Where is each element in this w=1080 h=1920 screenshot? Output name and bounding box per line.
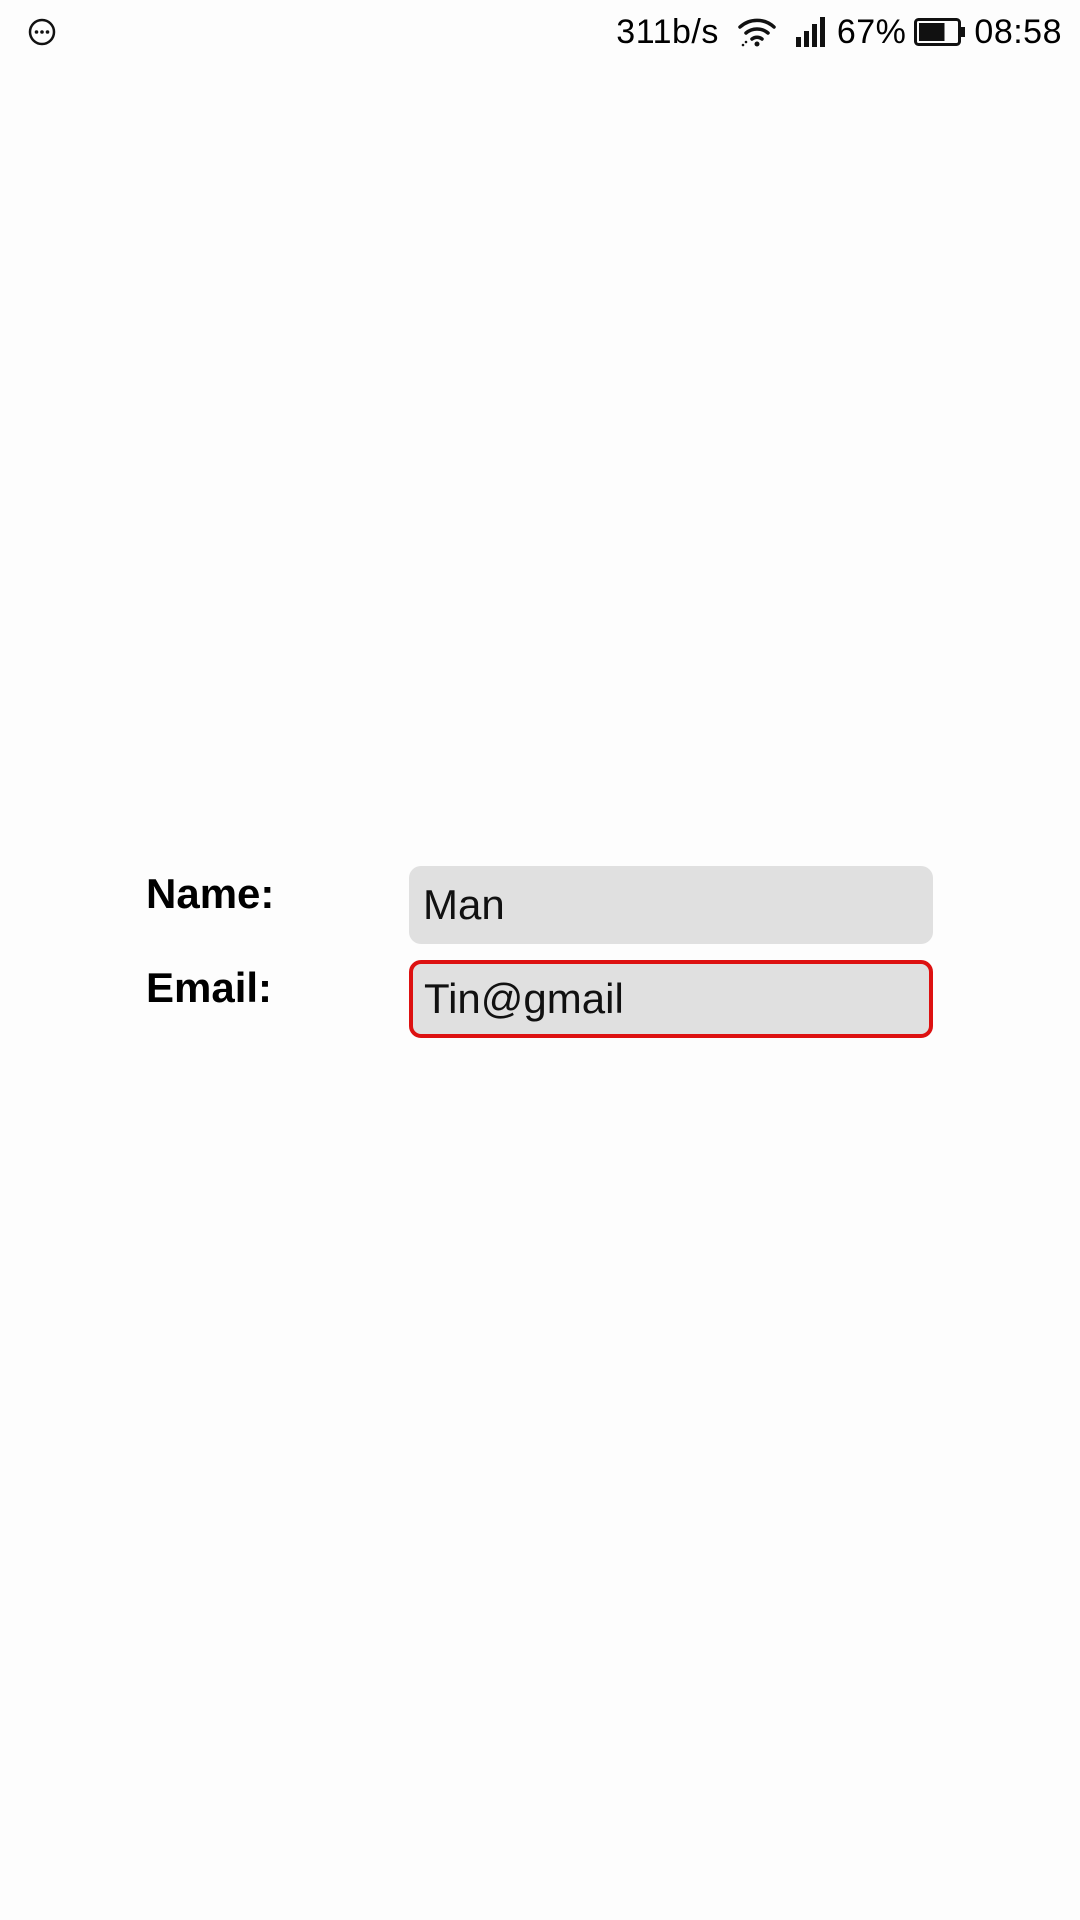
name-field[interactable]: Man (409, 866, 933, 944)
status-bar: 311b/s 67% 08:58 (0, 0, 1080, 64)
battery-percent: 67% (836, 12, 907, 51)
battery-icon (914, 18, 966, 46)
email-label: Email: (146, 964, 273, 1011)
wifi-icon (738, 18, 776, 47)
status-indicators: 311b/s 67% 08:58 (616, 10, 1062, 54)
battery-fill (919, 23, 945, 41)
email-field[interactable]: Tin@gmail (409, 960, 933, 1038)
clock: 08:58 (974, 12, 1062, 51)
chat-bubble-icon (28, 18, 56, 46)
email-field-value: Tin@gmail (424, 975, 624, 1022)
name-field-value: Man (423, 881, 505, 928)
network-speed: 311b/s (616, 12, 719, 51)
signal-icon (795, 17, 825, 47)
name-label: Name: (146, 870, 275, 917)
